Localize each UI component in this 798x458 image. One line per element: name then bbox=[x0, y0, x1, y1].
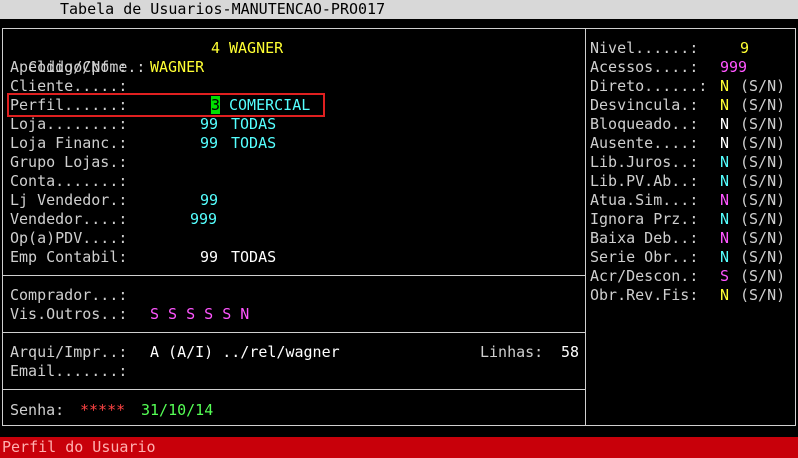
acessos-label: Acessos....: bbox=[590, 58, 699, 76]
linhas-value[interactable]: 58 bbox=[561, 343, 579, 362]
emp-contabil-label: Emp Contabil: bbox=[10, 248, 128, 266]
vis-outros-value[interactable]: S S S S S N bbox=[150, 305, 249, 324]
flag-label: Obr.Rev.Fis: bbox=[590, 286, 699, 304]
flag-label: Direto......: bbox=[590, 77, 708, 95]
vendedor-number[interactable]: 999 bbox=[190, 210, 217, 229]
status-bar: Perfil do Usuario bbox=[0, 437, 798, 458]
flag-hint: (S/N) bbox=[740, 210, 786, 228]
flag-hint: (S/N) bbox=[740, 286, 786, 304]
flag-value[interactable]: N bbox=[720, 286, 729, 305]
comprador-label: Comprador...: bbox=[10, 286, 128, 304]
codigo-row: Codigo/Nome.: bbox=[10, 39, 145, 76]
flag-label: Desvincula.: bbox=[590, 96, 699, 114]
loja-description: TODAS bbox=[231, 115, 277, 133]
flag-hint: (S/N) bbox=[740, 96, 786, 114]
arqui-impr-label: Arqui/Impr..: bbox=[10, 343, 128, 361]
flag-label: Bloqueado..: bbox=[590, 115, 699, 133]
loja-label: Loja........: bbox=[10, 115, 128, 133]
pdv-label: Op(a)PDV....: bbox=[10, 229, 128, 247]
divider-after-visoutros bbox=[2, 332, 585, 333]
senha-value[interactable]: ***** bbox=[80, 401, 125, 420]
lojafin-description: TODAS bbox=[231, 134, 277, 152]
lojafin-number[interactable]: 99 bbox=[200, 134, 218, 153]
lj-vendedor-label: Lj Vendedor.: bbox=[10, 191, 128, 209]
flag-hint: (S/N) bbox=[740, 153, 786, 171]
flag-label: Ausente....: bbox=[590, 134, 699, 152]
flag-value[interactable]: N bbox=[720, 172, 729, 191]
window-title-bar: Tabela de Usuarios-MANUTENCAO-PRO017 bbox=[0, 0, 798, 19]
flag-label: Baixa Deb..: bbox=[590, 229, 699, 247]
vis-outros-label: Vis.Outros..: bbox=[10, 305, 128, 323]
flag-label: Acr/Descon.: bbox=[590, 267, 699, 285]
flag-value[interactable]: N bbox=[720, 229, 729, 248]
perfil-highlight-box bbox=[7, 93, 325, 117]
senha-date: 31/10/14 bbox=[141, 401, 214, 419]
flag-hint: (S/N) bbox=[740, 172, 786, 190]
flag-value[interactable]: N bbox=[720, 210, 729, 229]
emp-contabil-description: TODAS bbox=[231, 248, 277, 266]
flag-hint: (S/N) bbox=[740, 134, 786, 152]
conta-label: Conta.......: bbox=[10, 172, 128, 190]
flag-hint: (S/N) bbox=[740, 248, 786, 266]
flag-value[interactable]: N bbox=[720, 191, 729, 210]
flag-hint: (S/N) bbox=[740, 191, 786, 209]
lj-vendedor-number[interactable]: 99 bbox=[200, 191, 218, 210]
codigo-name[interactable]: WAGNER bbox=[229, 39, 283, 58]
grupo-lojas-label: Grupo Lojas.: bbox=[10, 153, 128, 171]
loja-number[interactable]: 99 bbox=[200, 115, 218, 134]
codigo-number[interactable]: 4 bbox=[211, 39, 220, 58]
flag-value[interactable]: N bbox=[720, 134, 729, 153]
flag-hint: (S/N) bbox=[740, 77, 786, 95]
apelido-label: Apelido/Cpf.: bbox=[10, 58, 128, 76]
nivel-label: Nivel......: bbox=[590, 39, 699, 57]
acessos-value[interactable]: 999 bbox=[720, 58, 747, 77]
flag-value[interactable]: N bbox=[720, 115, 729, 134]
flag-label: Lib.PV.Ab..: bbox=[590, 172, 699, 190]
senha-label: Senha: bbox=[10, 401, 65, 419]
flag-label: Lib.Juros..: bbox=[590, 153, 699, 171]
apelido-value[interactable]: WAGNER bbox=[150, 58, 204, 77]
nivel-value[interactable]: 9 bbox=[740, 39, 749, 58]
flag-value[interactable]: N bbox=[720, 96, 729, 115]
flag-hint: (S/N) bbox=[740, 229, 786, 247]
window-title: Tabela de Usuarios-MANUTENCAO-PRO017 bbox=[60, 0, 386, 18]
divider-after-email bbox=[2, 389, 585, 390]
linhas-label: Linhas: bbox=[480, 343, 544, 361]
flag-hint: (S/N) bbox=[740, 115, 786, 133]
lojafin-label: Loja Financ.: bbox=[10, 134, 128, 152]
arqui-impr-value[interactable]: A (A/I) ../rel/wagner bbox=[150, 343, 340, 362]
status-text: Perfil do Usuario bbox=[2, 438, 156, 456]
email-label: Email.......: bbox=[10, 362, 128, 380]
divider-after-emp bbox=[2, 275, 585, 276]
flag-value[interactable]: N bbox=[720, 153, 729, 172]
flag-hint: (S/N) bbox=[740, 267, 786, 285]
flag-label: Atua.Sim...: bbox=[590, 191, 699, 209]
flag-label: Serie Obr..: bbox=[590, 248, 699, 266]
vendedor-label: Vendedor....: bbox=[10, 210, 128, 228]
column-divider bbox=[585, 28, 586, 426]
flag-value[interactable]: S bbox=[720, 267, 729, 286]
flag-value[interactable]: N bbox=[720, 248, 729, 267]
flag-value[interactable]: N bbox=[720, 77, 729, 96]
emp-contabil-number[interactable]: 99 bbox=[200, 248, 218, 267]
flag-label: Ignora Prz.: bbox=[590, 210, 699, 228]
